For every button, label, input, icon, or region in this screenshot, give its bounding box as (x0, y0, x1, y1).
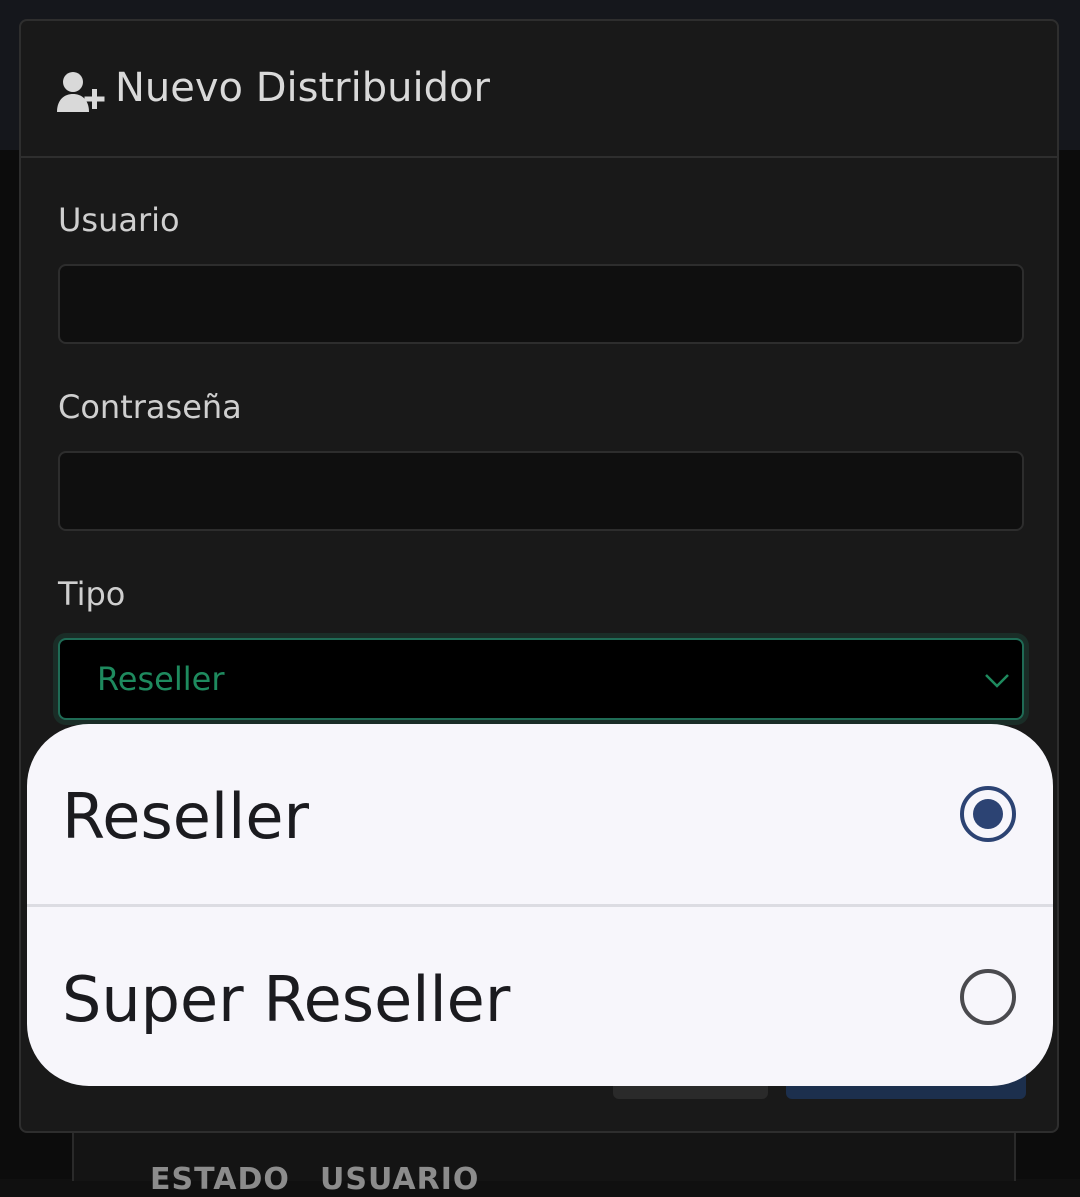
modal-header: Nuevo Distribuidor (21, 21, 1057, 158)
tipo-select-value: Reseller (97, 660, 225, 698)
chevron-down-icon (985, 674, 1009, 688)
tipo-select[interactable]: Reseller (58, 638, 1024, 720)
table-header-usuario: USUARIO (320, 1162, 480, 1197)
radio-unchecked-icon[interactable] (960, 969, 1016, 1025)
option-reseller[interactable]: Reseller (27, 724, 1053, 905)
usuario-input[interactable] (58, 264, 1024, 344)
tipo-label: Tipo (58, 575, 126, 613)
usuario-label: Usuario (58, 201, 180, 239)
modal-title: Nuevo Distribuidor (115, 65, 490, 111)
contrasena-label: Contraseña (58, 388, 242, 426)
option-label: Super Reseller (62, 963, 511, 1036)
option-super-reseller[interactable]: Super Reseller (27, 907, 1053, 1086)
contrasena-input[interactable] (58, 451, 1024, 531)
radio-checked-icon[interactable] (960, 786, 1016, 842)
table-header-estado: ESTADO (150, 1162, 290, 1197)
option-label: Reseller (62, 780, 309, 853)
user-plus-icon (57, 72, 105, 112)
tipo-options-dialog: Reseller Super Reseller (27, 724, 1053, 1086)
